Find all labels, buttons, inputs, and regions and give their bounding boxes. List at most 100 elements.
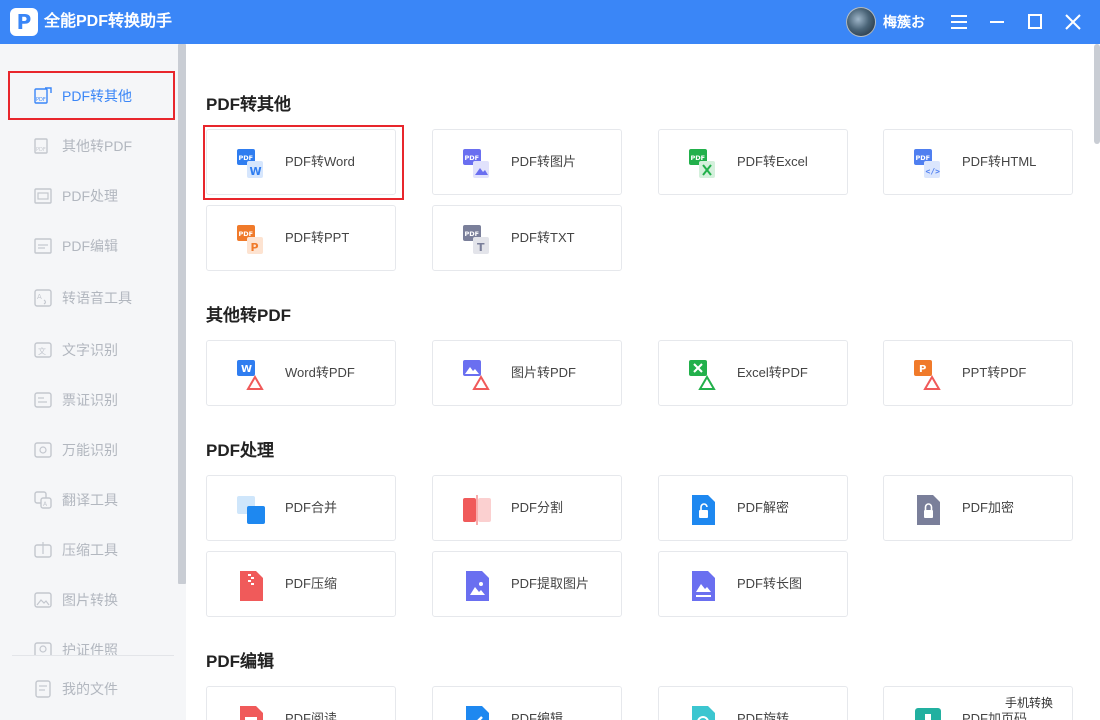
card-pdf-to-excel[interactable]: PDF PDF转Excel <box>658 129 848 195</box>
card-label: PDF加密 <box>962 500 1015 515</box>
speech-icon: A <box>34 289 52 307</box>
username[interactable]: 梅簇お <box>883 0 925 44</box>
image-to-pdf-icon <box>463 360 490 390</box>
card-label: Excel转PDF <box>737 365 808 380</box>
sidebar-item-label: 翻译工具 <box>62 492 118 508</box>
excel-to-pdf-icon <box>689 360 716 390</box>
pdf-split-icon <box>463 495 491 525</box>
card-label: PDF编辑 <box>511 711 564 720</box>
pdf-read-icon <box>240 706 263 720</box>
svg-text:P: P <box>251 241 259 254</box>
card-label: PDF合并 <box>285 500 338 515</box>
card-label: Word转PDF <box>285 365 355 380</box>
card-pdf-compress[interactable]: PDF压缩 <box>206 551 396 617</box>
card-pdf-to-long-image[interactable]: PDF转长图 <box>658 551 848 617</box>
svg-text:A: A <box>37 293 42 301</box>
pdf-to-txt-icon: PDF T <box>463 225 489 254</box>
card-label: PDF解密 <box>737 500 790 515</box>
pdf-decrypt-icon <box>692 495 715 525</box>
sidebar: PDF PDF转其他 PDF 其他转PDF PDF处理 PDF编辑 A 转语音工… <box>0 44 186 720</box>
ocr-icon: 文 <box>34 342 52 358</box>
pdf-to-excel-icon: PDF <box>689 149 715 178</box>
card-label: PDF转TXT <box>511 230 575 245</box>
svg-text:PDF: PDF <box>36 147 46 153</box>
pdf-compress-icon <box>240 571 263 601</box>
card-label: PDF转PPT <box>285 230 350 245</box>
card-image-to-pdf[interactable]: 图片转PDF <box>432 340 622 406</box>
avatar[interactable] <box>846 7 876 37</box>
sidebar-item-universal-recognition[interactable]: 万能识别 <box>0 425 176 475</box>
section-title-pdf-edit: PDF编辑 <box>206 652 274 671</box>
sidebar-item-label: PDF编辑 <box>62 238 118 254</box>
sidebar-item-compress[interactable]: 压缩工具 <box>0 525 176 575</box>
sidebar-item-label: 其他转PDF <box>62 138 132 154</box>
card-label: PDF提取图片 <box>511 576 590 591</box>
svg-text:T: T <box>477 241 485 254</box>
svg-text:文: 文 <box>38 346 46 356</box>
svg-text:</>: </> <box>926 167 941 176</box>
card-pdf-edit[interactable]: PDF编辑 <box>432 686 622 720</box>
sidebar-item-ticket-recognition[interactable]: 票证识别 <box>0 375 176 425</box>
card-pdf-decrypt[interactable]: PDF解密 <box>658 475 848 541</box>
svg-text:P: P <box>919 364 926 375</box>
card-excel-to-pdf[interactable]: Excel转PDF <box>658 340 848 406</box>
sidebar-item-image-convert[interactable]: 图片转换 <box>0 575 176 625</box>
sidebar-item-ocr[interactable]: 文 文字识别 <box>0 325 176 375</box>
word-to-pdf-icon: W <box>237 360 264 390</box>
card-pdf-to-html[interactable]: PDF </> PDF转HTML <box>883 129 1073 195</box>
sidebar-item-pdf-process[interactable]: PDF处理 <box>0 171 176 221</box>
card-ppt-to-pdf[interactable]: P PPT转PDF <box>883 340 1073 406</box>
pdf-edit-icon <box>34 238 52 254</box>
card-pdf-extract-image[interactable]: PDF提取图片 <box>432 551 622 617</box>
card-pdf-to-image[interactable]: PDF PDF转图片 <box>432 129 622 195</box>
to-pdf-icon: PDF <box>34 138 48 154</box>
sidebar-item-label: 票证识别 <box>62 392 118 408</box>
menu-icon[interactable] <box>946 9 972 35</box>
sidebar-scrollbar[interactable] <box>178 44 186 584</box>
section-title-pdf-to-other: PDF转其他 <box>206 95 291 114</box>
ticket-icon <box>34 392 52 408</box>
card-selection-highlight <box>203 125 404 200</box>
sidebar-item-other-to-pdf[interactable]: PDF 其他转PDF <box>0 121 176 171</box>
card-word-to-pdf[interactable]: W Word转PDF <box>206 340 396 406</box>
section-title-other-to-pdf: 其他转PDF <box>206 306 291 325</box>
sidebar-item-label: 万能识别 <box>62 442 118 458</box>
ppt-to-pdf-icon: P <box>914 360 941 390</box>
card-label: PDF旋转 <box>737 711 790 720</box>
sidebar-item-my-files[interactable]: 我的文件 <box>0 664 176 714</box>
main-scrollbar[interactable] <box>1094 44 1100 144</box>
sidebar-item-translate[interactable]: A 翻译工具 <box>0 475 176 525</box>
compress-icon <box>34 542 52 558</box>
sidebar-item-speech-tools[interactable]: A 转语音工具 <box>0 273 176 323</box>
pdf-to-image-icon: PDF <box>463 149 489 178</box>
close-icon[interactable] <box>1060 9 1086 35</box>
sidebar-item-label: 我的文件 <box>62 681 118 697</box>
card-label: PDF转长图 <box>737 576 803 591</box>
card-pdf-rotate[interactable]: PDF旋转 <box>658 686 848 720</box>
sidebar-item-label: 压缩工具 <box>62 542 118 558</box>
pdf-encrypt-icon <box>917 495 940 525</box>
minimize-icon[interactable] <box>984 9 1010 35</box>
phone-convert-link[interactable]: 手机转换 <box>1005 694 1053 711</box>
card-pdf-to-ppt[interactable]: PDF P PDF转PPT <box>206 205 396 271</box>
my-files-icon <box>35 680 51 698</box>
card-label: PDF分割 <box>511 500 564 515</box>
sidebar-item-pdf-edit[interactable]: PDF编辑 <box>0 221 176 271</box>
card-label: PDF阅读 <box>285 711 338 720</box>
card-pdf-to-txt[interactable]: PDF T PDF转TXT <box>432 205 622 271</box>
card-pdf-split[interactable]: PDF分割 <box>432 475 622 541</box>
svg-text:PDF: PDF <box>239 230 254 238</box>
card-pdf-read[interactable]: PDF阅读 <box>206 686 396 720</box>
card-pdf-encrypt[interactable]: PDF加密 <box>883 475 1073 541</box>
card-pdf-merge[interactable]: PDF合并 <box>206 475 396 541</box>
pdf-edit-card-icon <box>466 706 489 720</box>
svg-text:PDF: PDF <box>465 230 480 238</box>
sidebar-item-label: 文字识别 <box>62 342 118 358</box>
pdf-long-image-icon <box>692 571 715 601</box>
sidebar-item-label: PDF处理 <box>62 188 118 204</box>
card-label: PPT转PDF <box>962 365 1027 380</box>
card-label: PDF转Excel <box>737 154 808 169</box>
pdf-rotate-icon <box>692 706 715 720</box>
maximize-icon[interactable] <box>1022 9 1048 35</box>
main-content: PDF转其他 PDF W PDF转Word PDF PDF转图片 PDF PDF转… <box>186 44 1090 720</box>
